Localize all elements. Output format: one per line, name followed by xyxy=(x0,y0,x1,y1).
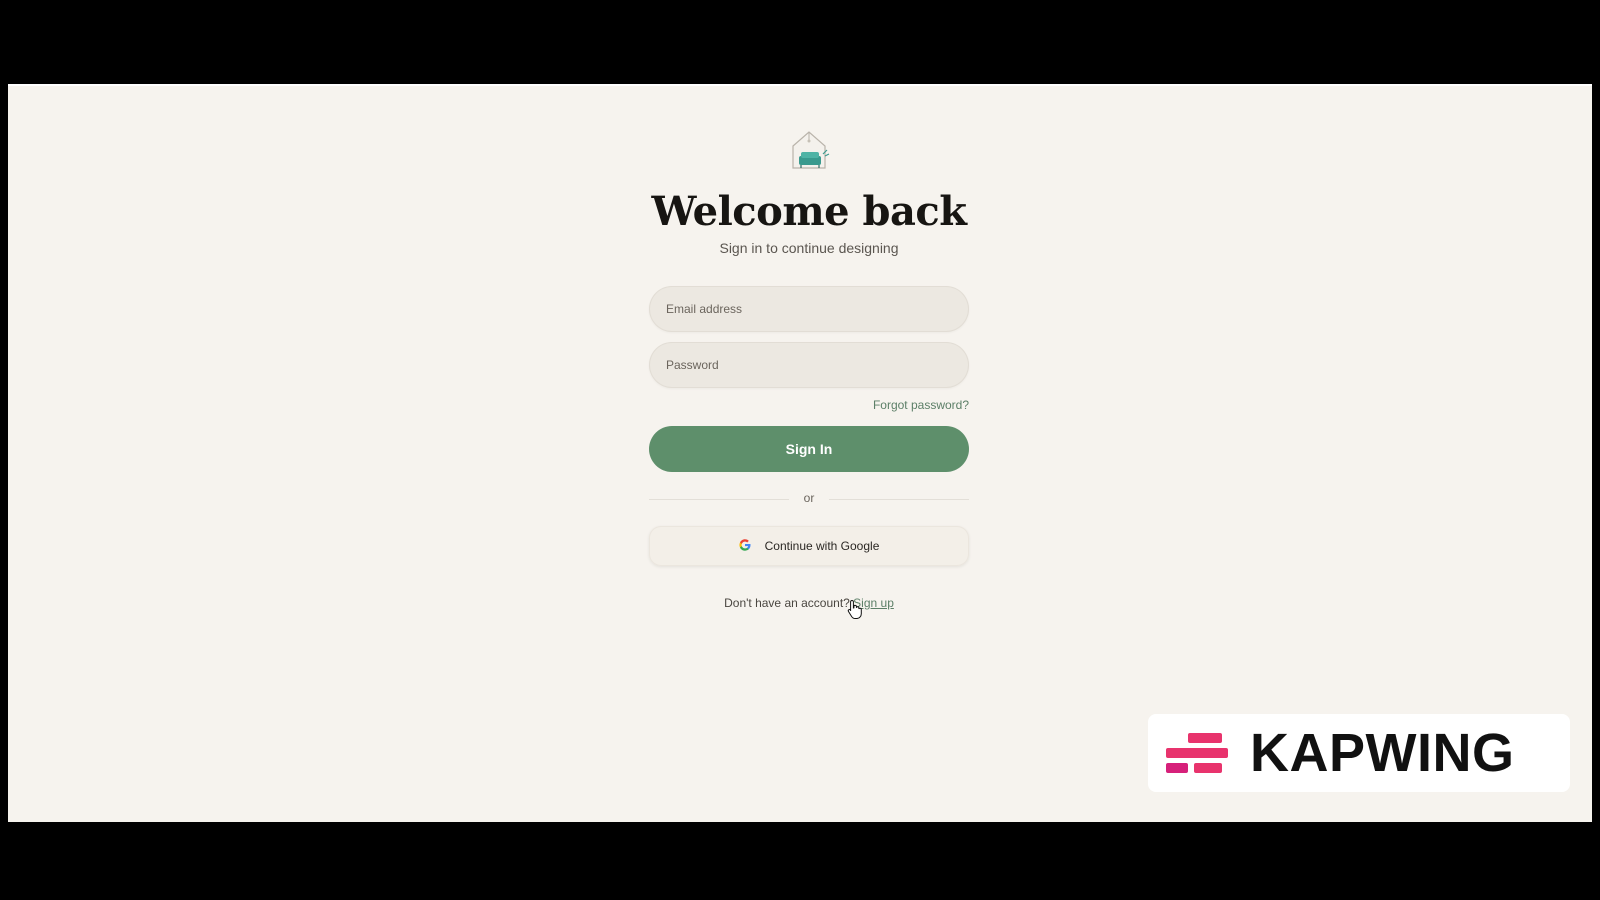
password-input[interactable] xyxy=(649,342,969,388)
hand-pointer-cursor-icon xyxy=(847,599,863,619)
email-input[interactable] xyxy=(649,286,969,332)
sign-in-button[interactable]: Sign In xyxy=(649,426,969,472)
forgot-password-link[interactable]: Forgot password? xyxy=(873,398,969,412)
page-subtitle: Sign in to continue designing xyxy=(719,240,899,256)
house-sofa-logo-icon xyxy=(785,126,833,172)
divider-line-right xyxy=(829,499,969,500)
kapwing-logo-icon xyxy=(1166,731,1232,775)
kapwing-wordmark: KAPWING xyxy=(1250,723,1515,783)
app-window: Welcome back Sign in to continue designi… xyxy=(8,84,1592,822)
email-field[interactable] xyxy=(649,286,969,332)
continue-with-google-button[interactable]: Continue with Google xyxy=(649,526,969,566)
divider-label: or xyxy=(803,491,815,505)
password-field[interactable] xyxy=(649,342,969,388)
signup-prompt-text: Don't have an account? xyxy=(724,596,850,610)
or-divider: or xyxy=(649,489,969,509)
signup-prompt-row: Don't have an account? Sign up xyxy=(649,596,969,610)
kapwing-watermark: KAPWING xyxy=(1148,714,1570,792)
google-icon xyxy=(739,538,751,554)
google-button-label: Continue with Google xyxy=(764,539,880,553)
page-title: Welcome back xyxy=(651,188,968,235)
